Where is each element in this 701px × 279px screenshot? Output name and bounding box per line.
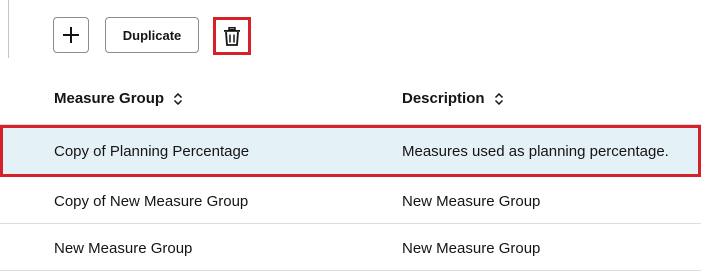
measure-groups-page: Duplicate Measure Group Description Copy… (0, 0, 701, 279)
sort-updown-icon (174, 92, 183, 105)
sort-updown-icon (494, 92, 503, 105)
column-header-label: Measure Group (54, 90, 165, 107)
add-button[interactable] (53, 17, 89, 53)
table-row[interactable]: Copy of Planning Percentage Measures use… (0, 125, 701, 177)
cell-description: Measures used as planning percentage. (402, 143, 669, 160)
measure-group-table: Measure Group Description Copy of Planni… (0, 74, 701, 271)
table-header: Measure Group Description (0, 74, 701, 125)
table-row[interactable]: New Measure Group New Measure Group (0, 224, 701, 271)
column-header-label: Description (402, 90, 485, 107)
cell-measure-group: New Measure Group (54, 240, 193, 257)
table-row[interactable]: Copy of New Measure Group New Measure Gr… (0, 177, 701, 224)
cell-measure-group: Copy of Planning Percentage (54, 143, 250, 160)
cell-measure-group: Copy of New Measure Group (54, 193, 249, 210)
plus-icon (63, 27, 79, 43)
trash-icon (224, 26, 240, 46)
delete-button[interactable] (213, 17, 251, 55)
column-header-description[interactable]: Description (402, 90, 504, 107)
cell-description: New Measure Group (402, 240, 541, 257)
column-header-measure-group[interactable]: Measure Group (54, 90, 183, 107)
divider (8, 0, 9, 58)
cell-description: New Measure Group (402, 193, 541, 210)
duplicate-button[interactable]: Duplicate (105, 17, 199, 53)
